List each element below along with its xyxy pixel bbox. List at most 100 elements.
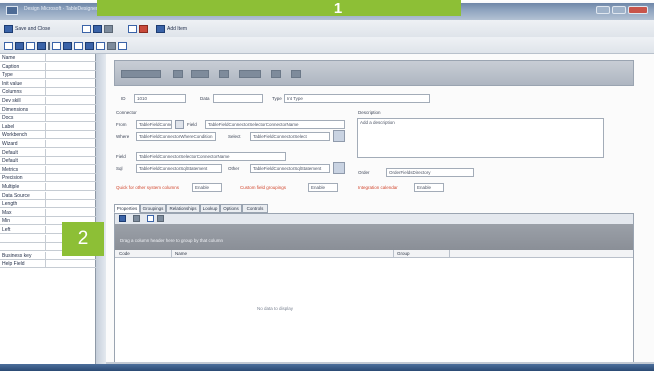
property-row[interactable]: Label: [0, 122, 96, 131]
property-value[interactable]: [48, 107, 91, 114]
property-name: Min: [2, 218, 11, 225]
order-field[interactable]: OrderFieldsDirectory: [386, 168, 474, 177]
property-value[interactable]: [48, 150, 91, 157]
property-value[interactable]: [48, 55, 91, 62]
property-value[interactable]: [48, 261, 91, 268]
tab-groupings[interactable]: Groupings: [140, 204, 166, 213]
property-row[interactable]: Workbench: [0, 131, 96, 140]
connector-name-field[interactable]: TableFieldConnectorSelectorConnectorName: [205, 120, 345, 129]
select-field[interactable]: TableFieldConnectorSelect: [250, 132, 330, 141]
data-field[interactable]: [213, 94, 263, 103]
property-value[interactable]: [48, 115, 91, 122]
property-row[interactable]: Wizard: [0, 140, 96, 148]
property-row[interactable]: Precision: [0, 174, 96, 183]
add-item-button[interactable]: Add Item: [156, 24, 187, 34]
field-icon[interactable]: [15, 42, 24, 50]
select-browse-button[interactable]: [333, 130, 345, 142]
property-row[interactable]: Length: [0, 200, 96, 209]
sql2-field[interactable]: TableFieldConnectorSqlStatement: [250, 164, 330, 173]
list-icon[interactable]: [37, 42, 46, 50]
designer-tool-3[interactable]: [191, 70, 209, 78]
id-field[interactable]: 1010: [134, 94, 186, 103]
maximize-button[interactable]: [612, 6, 626, 14]
check-field-3[interactable]: Enable: [414, 183, 444, 192]
grid-filter-icon[interactable]: [157, 215, 164, 222]
grid-add-icon[interactable]: [119, 215, 126, 222]
column-header-name[interactable]: Name: [175, 251, 187, 256]
tab-lookup[interactable]: Lookup: [200, 204, 220, 213]
from-field[interactable]: TableFieldConnectorConnectorName: [136, 120, 172, 129]
property-value[interactable]: [48, 201, 91, 208]
image-icon[interactable]: [74, 42, 83, 50]
description-field[interactable]: Add a description: [357, 118, 604, 158]
property-value[interactable]: [48, 81, 91, 88]
property-value[interactable]: [48, 64, 91, 71]
property-row[interactable]: Caption: [0, 62, 96, 71]
designer-tool-4[interactable]: [219, 70, 229, 78]
text-icon[interactable]: [4, 42, 13, 50]
check-field-1[interactable]: Enable: [192, 183, 222, 192]
property-value[interactable]: [48, 72, 91, 79]
property-value[interactable]: [48, 98, 91, 105]
tab-options[interactable]: Options: [220, 204, 242, 213]
property-row[interactable]: Multiple: [0, 183, 96, 191]
property-value[interactable]: [48, 158, 91, 165]
column-header-code[interactable]: Code: [119, 251, 130, 256]
property-value[interactable]: [48, 89, 91, 96]
preview-icon[interactable]: [118, 42, 127, 50]
field-field[interactable]: TableFieldConnectorSelectorConnectorName: [136, 152, 286, 161]
property-value[interactable]: [48, 175, 91, 182]
designer-tool-5[interactable]: [239, 70, 261, 78]
property-separator: [45, 88, 46, 97]
property-value[interactable]: [48, 210, 91, 217]
tab-properties[interactable]: Properties: [114, 204, 140, 213]
tab-relationships[interactable]: Relationships: [166, 204, 200, 213]
designer-tool-2[interactable]: [173, 70, 183, 78]
from-browse-button[interactable]: [175, 120, 184, 129]
type-field[interactable]: Int Type: [284, 94, 430, 103]
grid-delete-icon[interactable]: [133, 215, 140, 222]
grid-icon[interactable]: [26, 42, 35, 50]
property-value[interactable]: [48, 124, 91, 131]
tab-controls[interactable]: Controls: [242, 204, 268, 213]
settings-icon[interactable]: [107, 42, 116, 50]
property-row[interactable]: Name: [0, 54, 96, 62]
link-icon[interactable]: [63, 42, 72, 50]
property-row[interactable]: Init value: [0, 79, 96, 88]
property-row[interactable]: Default: [0, 148, 96, 157]
property-value[interactable]: [48, 141, 91, 148]
property-row[interactable]: Docs: [0, 114, 96, 123]
property-value[interactable]: [48, 167, 91, 174]
save-and-close-button[interactable]: Save and Close: [4, 24, 50, 34]
sql-field[interactable]: TableFieldConnectorSqlStatement: [136, 164, 222, 173]
help-icon[interactable]: [96, 42, 105, 50]
group-by-panel[interactable]: [115, 224, 633, 250]
grid-refresh-icon[interactable]: [147, 215, 154, 222]
property-row[interactable]: Help Field: [0, 260, 96, 269]
delete-button[interactable]: [128, 24, 150, 34]
check-field-2[interactable]: Enable: [308, 183, 338, 192]
new-button[interactable]: [82, 24, 115, 34]
property-row[interactable]: Type: [0, 71, 96, 80]
table-icon[interactable]: [52, 42, 61, 50]
property-row[interactable]: Dev skill: [0, 97, 96, 105]
property-value[interactable]: [48, 193, 91, 200]
designer-tool-1[interactable]: [121, 70, 161, 78]
property-row[interactable]: Max: [0, 208, 96, 217]
designer-tool-7[interactable]: [291, 70, 301, 78]
property-row[interactable]: Default: [0, 157, 96, 166]
property-value[interactable]: [48, 132, 91, 139]
pane-splitter[interactable]: [96, 54, 106, 370]
sql-browse-button[interactable]: [333, 162, 345, 174]
property-row[interactable]: Metrics: [0, 165, 96, 174]
property-value[interactable]: [48, 184, 91, 191]
column-header-group[interactable]: Group: [397, 251, 410, 256]
where-field[interactable]: TableFieldConnectorWhereCondition: [136, 132, 216, 141]
property-row[interactable]: Data Source: [0, 191, 96, 200]
minimize-button[interactable]: [596, 6, 610, 14]
chart-icon[interactable]: [85, 42, 94, 50]
property-row[interactable]: Columns: [0, 88, 96, 97]
designer-tool-6[interactable]: [271, 70, 281, 78]
close-button[interactable]: [628, 6, 648, 14]
property-row[interactable]: Dimensions: [0, 105, 96, 114]
